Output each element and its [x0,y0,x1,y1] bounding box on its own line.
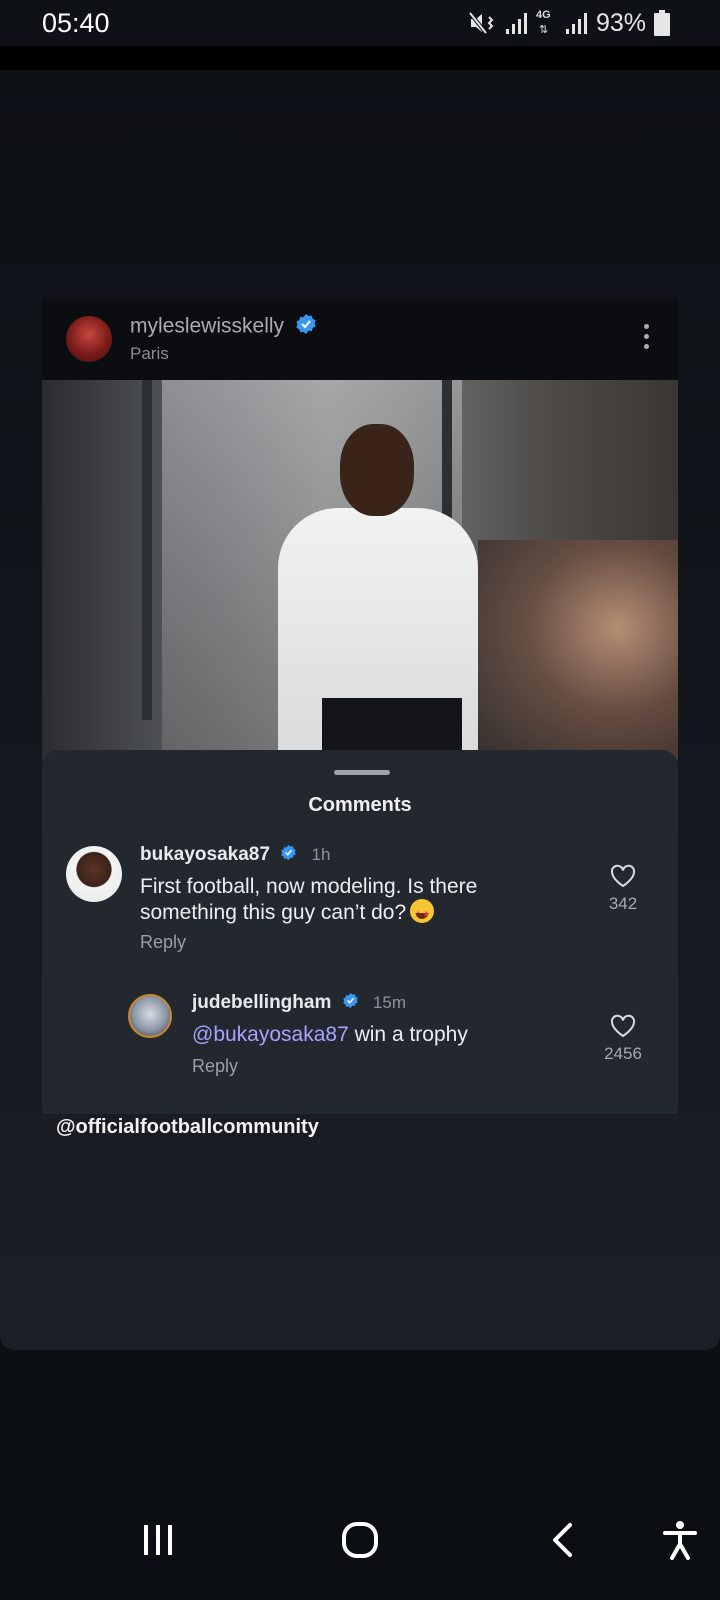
comment-text: @bukayosaka87 win a trophy [192,1022,572,1047]
comment-time: 15m [372,993,406,1013]
mute-vibrate-icon [468,10,498,36]
post-image[interactable] [42,380,678,760]
comments-sheet[interactable]: Comments bukayosaka87 1h First football,… [42,750,678,1114]
battery-percent: 93% [595,8,646,37]
network-type-icon: 4G ⇅ [535,9,551,36]
commenter-avatar[interactable] [128,994,172,1038]
mention-link[interactable]: @bukayosaka87 [192,1023,349,1046]
comment-username-text: judebellingham [192,992,332,1014]
comment-username[interactable]: judebellingham 15m [192,992,406,1014]
home-icon[interactable] [320,1510,400,1570]
post-header[interactable]: myleslewisskelly Paris [42,300,678,380]
signal-icon [505,11,528,35]
status-bar: 05:40 4G ⇅ 93% [0,0,720,46]
comment-like[interactable]: 2456 [598,1014,648,1064]
post-location[interactable]: Paris [130,344,169,364]
more-vertical-icon[interactable] [642,324,650,352]
reply-button[interactable]: Reply [192,1056,238,1077]
recent-apps-icon[interactable] [118,1510,198,1570]
status-icons: 4G ⇅ 93% [468,9,670,37]
status-divider [0,46,720,70]
story-caption[interactable]: @officialfootballcommunity [56,1116,319,1139]
status-time: 05:40 [42,8,110,38]
image-pillar [142,380,152,720]
network-type-label: 4G [535,9,551,21]
post-avatar[interactable] [66,316,112,362]
verified-badge-icon [296,314,316,340]
navigation-bar [0,1480,720,1600]
reply-comment-item: judebellingham 15m @bukayosaka87 win a t… [42,750,678,1114]
image-crowd [478,540,678,760]
verified-badge-icon [342,992,358,1014]
heart-icon[interactable] [598,1014,648,1038]
accessibility-icon[interactable] [640,1510,720,1570]
signal-icon [565,11,588,35]
post-username-text: myleslewisskelly [130,314,285,338]
battery-icon [654,10,670,36]
like-count: 2456 [604,1044,642,1063]
image-model-head [340,424,414,516]
post-username[interactable]: myleslewisskelly [130,314,316,340]
back-icon[interactable] [522,1510,602,1570]
comment-text-body: win a trophy [348,1023,468,1046]
